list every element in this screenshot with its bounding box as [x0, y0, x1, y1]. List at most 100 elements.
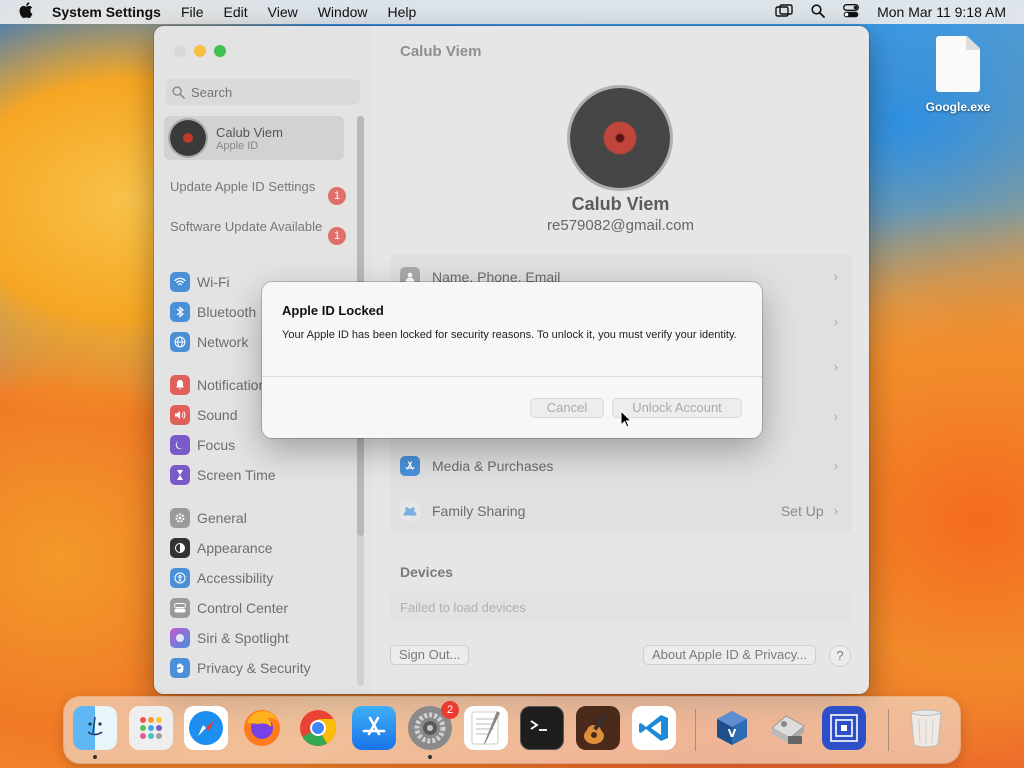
svg-text:V: V — [728, 727, 737, 740]
dialog-title: Apple ID Locked — [282, 303, 384, 318]
about-apple-id-privacy-button[interactable]: About Apple ID & Privacy... — [643, 645, 817, 665]
terminal-icon[interactable] — [520, 706, 564, 750]
minimize-window-button[interactable] — [194, 45, 206, 57]
dock: 2 V — [64, 697, 960, 763]
menu-help[interactable]: Help — [388, 4, 417, 20]
disk-utility-icon[interactable] — [766, 706, 810, 750]
menu-file[interactable]: File — [181, 4, 204, 20]
sidebar-item-notifications[interactable]: Notifications — [170, 373, 273, 397]
row-media-purchases[interactable]: Media & Purchases › — [390, 443, 852, 488]
sidebar-item-label: Privacy & Security — [197, 660, 311, 676]
sidebar-item-network[interactable]: Network — [170, 330, 248, 354]
dialog-divider — [262, 376, 762, 377]
sidebar-apple-id-profile[interactable]: Calub Viem Apple ID — [164, 116, 344, 160]
account-name: Calub Viem — [571, 194, 670, 214]
menu-clock[interactable]: Mon Mar 11 9:18 AM — [877, 4, 1006, 20]
sidebar-notice-update-apple-id[interactable]: Update Apple ID Settings 1 — [170, 179, 346, 205]
siri-icon — [170, 628, 190, 648]
textedit-icon[interactable] — [464, 706, 508, 750]
qemu-icon[interactable] — [822, 706, 866, 750]
sidebar-item-focus[interactable]: Focus — [170, 433, 235, 457]
menu-app-name[interactable]: System Settings — [52, 4, 161, 20]
sidebar-item-sound[interactable]: Sound — [170, 403, 237, 427]
chrome-icon[interactable] — [296, 706, 340, 750]
system-settings-badge: 2 — [441, 701, 459, 719]
screen-mirroring-icon[interactable] — [775, 3, 793, 21]
sidebar-item-appearance[interactable]: Appearance — [170, 536, 273, 560]
notice-badge: 1 — [328, 187, 346, 205]
zoom-window-button[interactable] — [214, 45, 226, 57]
virtualbox-icon[interactable]: V — [710, 706, 754, 750]
sidebar-item-label: Control Center — [197, 600, 289, 616]
wifi-icon — [170, 272, 190, 292]
sign-out-button[interactable]: Sign Out... — [390, 645, 470, 665]
hourglass-icon — [170, 465, 190, 485]
menu-bar: System Settings File Edit View Window He… — [0, 0, 1024, 24]
document-icon — [936, 36, 980, 92]
globe-icon — [170, 332, 190, 352]
finder-running-indicator — [93, 755, 97, 759]
app-store-icon — [400, 455, 420, 476]
safari-icon[interactable] — [184, 706, 228, 750]
sidebar-item-label: Appearance — [197, 540, 273, 556]
avatar[interactable] — [570, 88, 670, 188]
sidebar-item-bluetooth[interactable]: Bluetooth — [170, 300, 256, 324]
hand-icon — [170, 658, 190, 678]
account-email: re579082@gmail.com — [547, 217, 694, 234]
sidebar-item-wifi[interactable]: Wi-Fi — [170, 270, 230, 294]
help-button[interactable]: ? — [829, 645, 851, 667]
trash-icon[interactable] — [904, 706, 948, 750]
control-center-icon[interactable] — [843, 3, 860, 21]
garageband-icon[interactable] — [576, 706, 620, 750]
sidebar-item-label: Network — [197, 334, 249, 350]
sidebar-item-accessibility[interactable]: Accessibility — [170, 566, 273, 590]
launchpad-icon[interactable] — [129, 706, 173, 750]
dock-separator — [888, 709, 889, 751]
row-label: Family Sharing — [432, 502, 526, 519]
desktop-file-google-exe[interactable]: Google.exe — [922, 36, 994, 114]
sidebar-item-general[interactable]: General — [170, 506, 247, 530]
finder-icon[interactable] — [73, 706, 117, 750]
accessibility-icon — [170, 568, 190, 588]
gear-icon — [170, 508, 190, 528]
sidebar-item-privacy-security[interactable]: Privacy & Security — [170, 656, 311, 680]
vscode-icon[interactable] — [632, 706, 676, 750]
spotlight-search-icon[interactable] — [811, 3, 825, 21]
sidebar-item-control-center[interactable]: Control Center — [170, 596, 288, 620]
sidebar-item-siri-spotlight[interactable]: Siri & Spotlight — [170, 626, 289, 650]
sidebar-item-label: Wi-Fi — [197, 274, 230, 290]
chevron-right-icon: › — [833, 269, 838, 284]
profile-name: Calub Viem — [216, 124, 283, 140]
devices-status: Failed to load devices — [390, 592, 852, 622]
sidebar-item-screen-time[interactable]: Screen Time — [170, 463, 276, 487]
sidebar-item-label: Focus — [197, 437, 236, 453]
moon-icon — [170, 435, 190, 455]
cancel-button[interactable]: Cancel — [530, 398, 604, 418]
toggles-icon — [170, 598, 190, 618]
apple-menu-icon[interactable] — [0, 1, 52, 23]
row-label: Media & Purchases — [432, 457, 554, 474]
search-input[interactable] — [191, 84, 351, 100]
desktop-file-label: Google.exe — [925, 100, 991, 114]
notice-label: Update Apple ID Settings — [170, 179, 316, 194]
search-field[interactable] — [166, 79, 360, 105]
row-family-sharing[interactable]: Family Sharing Set Up › — [390, 488, 852, 533]
devices-section-title: Devices — [400, 564, 453, 580]
sidebar-item-label: Bluetooth — [197, 304, 257, 320]
menu-edit[interactable]: Edit — [224, 4, 248, 20]
app-store-icon[interactable] — [352, 706, 396, 750]
system-settings-running-indicator — [428, 755, 432, 759]
sidebar-notice-software-update[interactable]: Software Update Available 1 — [170, 219, 346, 245]
dock-separator — [695, 709, 696, 751]
chevron-right-icon: › — [833, 408, 838, 424]
menu-window[interactable]: Window — [318, 4, 368, 20]
sidebar-item-label: General — [197, 510, 247, 526]
firefox-icon[interactable] — [240, 706, 284, 750]
chevron-right-icon: › — [833, 359, 838, 374]
menu-view[interactable]: View — [268, 4, 298, 20]
close-window-button[interactable] — [174, 45, 186, 57]
sidebar-item-label: Screen Time — [197, 467, 276, 483]
chevron-right-icon: › — [833, 503, 838, 518]
avatar — [170, 120, 206, 156]
bluetooth-icon — [170, 302, 190, 322]
